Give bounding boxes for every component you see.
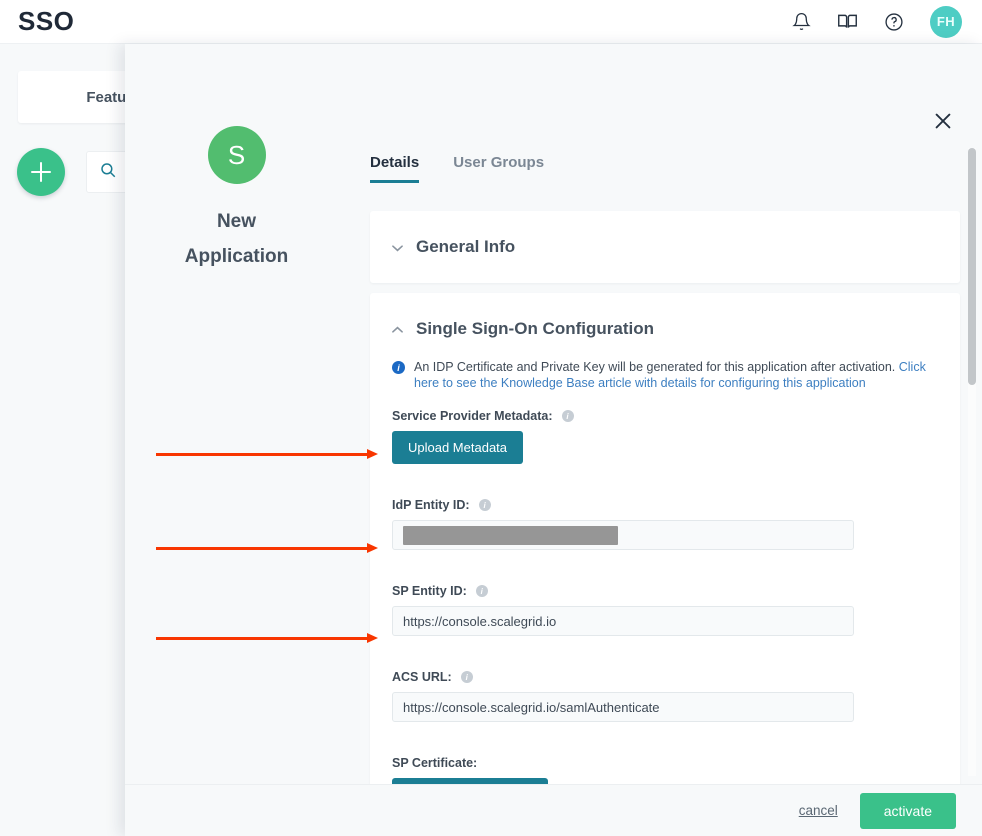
- sso-config-body: i An IDP Certificate and Private Key wil…: [370, 359, 960, 784]
- app-header: SSO FH: [0, 0, 982, 44]
- section-general-info: General Info: [370, 211, 960, 283]
- field-service-provider-metadata: Service Provider Metadata: i Upload Meta…: [392, 409, 938, 464]
- acs-url-label-row: ACS URL: i: [392, 670, 938, 684]
- sso-config-header[interactable]: Single Sign-On Configuration: [370, 293, 960, 365]
- sp-entity-id-label-row: SP Entity ID: i: [392, 584, 938, 598]
- add-application-button[interactable]: [17, 148, 65, 196]
- field-sp-entity-id: SP Entity ID: i https://console.scalegri…: [392, 584, 938, 636]
- general-info-title: General Info: [416, 237, 516, 256]
- field-acs-url: ACS URL: i https://console.scalegrid.io/…: [392, 670, 938, 722]
- application-logo: S: [207, 126, 266, 184]
- panel-footer: cancel activate: [125, 784, 982, 836]
- idp-entity-id-label: IdP Entity ID:: [392, 498, 470, 512]
- sso-config-title: Single Sign-On Configuration: [416, 319, 654, 338]
- idp-certificate-note: i An IDP Certificate and Private Key wil…: [392, 359, 938, 391]
- redacted-value: [403, 525, 618, 545]
- idp-entity-id-field[interactable]: [392, 520, 854, 550]
- upload-metadata-button[interactable]: Upload Metadata: [392, 431, 524, 464]
- acs-url-label: ACS URL:: [392, 670, 452, 684]
- info-icon[interactable]: i: [561, 410, 574, 422]
- info-icon[interactable]: i: [460, 671, 473, 683]
- cancel-button[interactable]: cancel: [799, 803, 838, 818]
- page-title: SSO: [18, 6, 75, 36]
- avatar[interactable]: FH: [930, 5, 962, 38]
- field-idp-entity-id: IdP Entity ID: i: [392, 498, 938, 550]
- info-icon[interactable]: i: [478, 499, 491, 511]
- application-name: New Application: [184, 211, 289, 267]
- tab-details[interactable]: Details: [370, 154, 420, 183]
- application-details-panel: S New Application Details User Groups Ge…: [125, 44, 982, 836]
- screen-root: SSO FH Featured S New Application Detail…: [0, 0, 982, 836]
- field-sp-certificate: SP Certificate: Upload SP Certificate: [392, 756, 938, 784]
- idp-certificate-note-text: An IDP Certificate and Private Key will …: [414, 360, 899, 374]
- sp-entity-id-field[interactable]: https://console.scalegrid.io: [392, 606, 854, 636]
- info-icon[interactable]: i: [475, 585, 488, 597]
- documentation-book-icon[interactable]: [837, 11, 858, 32]
- panel-tabs: Details User Groups: [370, 154, 982, 183]
- scrollbar-thumb[interactable]: [968, 148, 976, 385]
- search-icon: [99, 161, 117, 184]
- sp-certificate-label: SP Certificate:: [392, 756, 478, 770]
- header-icon-group: FH: [792, 5, 962, 38]
- idp-entity-id-label-row: IdP Entity ID: i: [392, 498, 938, 512]
- chevron-up-icon: [392, 322, 403, 337]
- info-icon: i: [392, 361, 405, 374]
- section-single-sign-on: Single Sign-On Configuration i An IDP Ce…: [370, 293, 960, 784]
- panel-content: Details User Groups General Info Single …: [348, 104, 982, 784]
- service-provider-metadata-label-row: Service Provider Metadata: i: [392, 409, 938, 423]
- general-info-header[interactable]: General Info: [370, 211, 960, 283]
- acs-url-field[interactable]: https://console.scalegrid.io/samlAuthent…: [392, 692, 854, 722]
- sp-certificate-label-row: SP Certificate:: [392, 756, 938, 770]
- notifications-bell-icon[interactable]: [792, 12, 811, 31]
- sp-entity-id-label: SP Entity ID:: [392, 584, 467, 598]
- application-summary: S New Application: [125, 126, 348, 274]
- panel-scrollbar[interactable]: [968, 148, 976, 776]
- help-icon[interactable]: [884, 12, 904, 32]
- service-provider-metadata-label: Service Provider Metadata:: [392, 409, 553, 423]
- activate-button[interactable]: activate: [859, 792, 956, 829]
- chevron-down-icon: [392, 240, 403, 255]
- tab-user-groups[interactable]: User Groups: [453, 154, 544, 183]
